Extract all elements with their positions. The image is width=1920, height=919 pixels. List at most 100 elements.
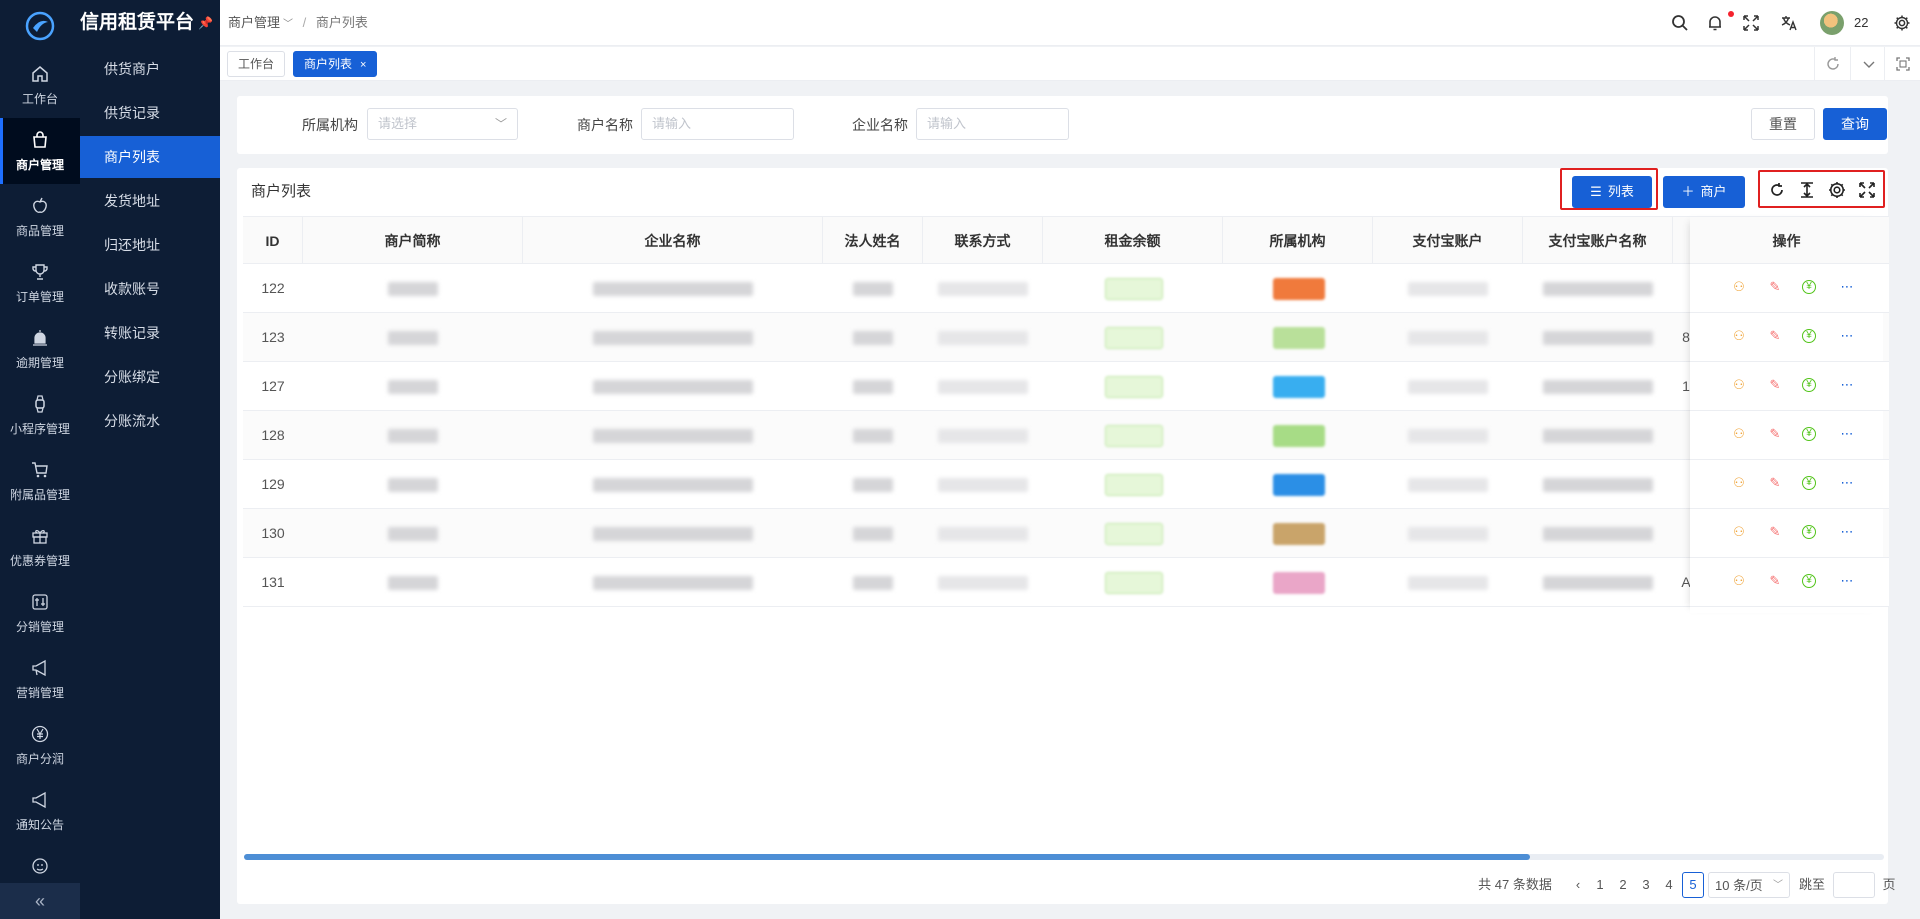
table-row[interactable]: 130: [243, 509, 1889, 558]
jump-page-input[interactable]: [1833, 872, 1875, 898]
rail-item-more[interactable]: [0, 844, 80, 884]
submenu-item-shipping-address[interactable]: 发货地址: [80, 180, 220, 222]
edit-icon[interactable]: ✎: [1766, 376, 1784, 394]
org-select[interactable]: 请选择 ﹀: [367, 108, 518, 140]
rail-item-accessories[interactable]: 附属品管理: [0, 448, 80, 514]
submenu-item-payee-accounts[interactable]: 收款账号: [80, 268, 220, 310]
submenu-item-supply-records[interactable]: 供货记录: [80, 92, 220, 134]
refresh-tab-button[interactable]: [1814, 47, 1850, 81]
column-height-icon[interactable]: [1797, 180, 1817, 200]
fullscreen-icon[interactable]: [1857, 180, 1877, 200]
reset-button[interactable]: 重置: [1751, 108, 1815, 140]
gear-icon[interactable]: [1893, 14, 1911, 32]
rail-item-distribution[interactable]: 分销管理: [0, 580, 80, 646]
user-icon[interactable]: ⚇: [1730, 327, 1748, 345]
table-row[interactable]: 128: [243, 411, 1889, 460]
rail-item-announcements[interactable]: 通知公告: [0, 778, 80, 844]
breadcrumb-parent[interactable]: 商户管理: [228, 15, 280, 30]
yen-icon[interactable]: ¥: [1802, 476, 1816, 490]
horizontal-scrollbar[interactable]: [244, 854, 1530, 860]
page-2[interactable]: 2: [1612, 872, 1634, 898]
user-icon[interactable]: ⚇: [1730, 523, 1748, 541]
avatar[interactable]: [1820, 11, 1844, 35]
rail-item-overdue[interactable]: 逾期管理: [0, 316, 80, 382]
tab-workbench[interactable]: 工作台: [227, 51, 286, 77]
pin-icon[interactable]: 📌: [198, 0, 213, 46]
rail-item-coupons[interactable]: 优惠券管理: [0, 514, 80, 580]
page-4[interactable]: 4: [1658, 872, 1680, 898]
close-icon[interactable]: ×: [360, 59, 366, 71]
yen-icon[interactable]: ¥: [1802, 427, 1816, 441]
more-icon[interactable]: ⋯: [1838, 278, 1856, 296]
merchant-name-input[interactable]: 请输入: [641, 108, 794, 140]
collapse-sidebar-button[interactable]: «: [0, 883, 80, 919]
submenu-item-merchant-list[interactable]: 商户列表: [80, 136, 220, 178]
tab-menu-button[interactable]: [1850, 47, 1886, 81]
page-size-select[interactable]: 10 条/页 ﹀: [1708, 872, 1790, 898]
edit-icon[interactable]: ✎: [1766, 572, 1784, 590]
gear-icon[interactable]: [1827, 180, 1847, 200]
search-icon[interactable]: [1671, 14, 1689, 32]
submenu-item-transfer-records[interactable]: 转账记录: [80, 312, 220, 354]
yen-icon[interactable]: ¥: [1802, 574, 1816, 588]
col-legal-person[interactable]: 法人姓名: [823, 217, 923, 265]
page-5[interactable]: 5: [1682, 872, 1704, 898]
col-organization[interactable]: 所属机构: [1223, 217, 1373, 265]
user-icon[interactable]: ⚇: [1730, 376, 1748, 394]
table-row[interactable]: 122: [243, 264, 1889, 313]
table-row[interactable]: 127 1: [243, 362, 1889, 411]
more-icon[interactable]: ⋯: [1838, 327, 1856, 345]
tab-merchant-list[interactable]: 商户列表 ×: [293, 51, 378, 77]
edit-icon[interactable]: ✎: [1766, 425, 1784, 443]
table-row[interactable]: 131 A: [243, 558, 1889, 607]
submenu-item-suppliers[interactable]: 供货商户: [80, 48, 220, 90]
refresh-icon[interactable]: [1767, 180, 1787, 200]
col-company-name[interactable]: 企业名称: [523, 217, 823, 265]
page-1[interactable]: 1: [1589, 872, 1611, 898]
user-icon[interactable]: ⚇: [1730, 474, 1748, 492]
prev-page-button[interactable]: ‹: [1567, 872, 1589, 898]
yen-icon[interactable]: ¥: [1802, 280, 1816, 294]
company-name-input[interactable]: 请输入: [916, 108, 1069, 140]
more-icon[interactable]: ⋯: [1838, 376, 1856, 394]
more-icon[interactable]: ⋯: [1838, 523, 1856, 541]
col-rent-balance[interactable]: 租金余额: [1043, 217, 1223, 265]
table-row[interactable]: 129: [243, 460, 1889, 509]
col-alipay-account[interactable]: 支付宝账户: [1373, 217, 1523, 265]
col-alipay-account-name[interactable]: 支付宝账户名称: [1523, 217, 1673, 265]
bell-icon[interactable]: [1706, 14, 1724, 32]
edit-icon[interactable]: ✎: [1766, 278, 1784, 296]
maximize-content-button[interactable]: [1884, 47, 1920, 81]
edit-icon[interactable]: ✎: [1766, 523, 1784, 541]
user-icon[interactable]: ⚇: [1730, 278, 1748, 296]
rail-item-goods[interactable]: 商品管理: [0, 184, 80, 250]
page-3[interactable]: 3: [1635, 872, 1657, 898]
add-merchant-button[interactable]: ＋ 商户: [1663, 176, 1745, 208]
edit-icon[interactable]: ✎: [1766, 474, 1784, 492]
query-button[interactable]: 查询: [1823, 108, 1887, 140]
user-icon[interactable]: ⚇: [1730, 572, 1748, 590]
rail-item-workbench[interactable]: 工作台: [0, 52, 80, 118]
rail-item-orders[interactable]: 订单管理: [0, 250, 80, 316]
fullscreen-icon[interactable]: [1742, 14, 1760, 32]
col-id[interactable]: ID: [243, 217, 303, 265]
col-contact[interactable]: 联系方式: [923, 217, 1043, 265]
edit-icon[interactable]: ✎: [1766, 327, 1784, 345]
yen-icon[interactable]: ¥: [1802, 378, 1816, 392]
rail-item-marketing[interactable]: 营销管理: [0, 646, 80, 712]
submenu-item-split-binding[interactable]: 分账绑定: [80, 356, 220, 398]
rail-item-profit-share[interactable]: 商户分润: [0, 712, 80, 778]
user-name[interactable]: 22: [1854, 0, 1868, 46]
yen-icon[interactable]: ¥: [1802, 525, 1816, 539]
submenu-item-split-flow[interactable]: 分账流水: [80, 400, 220, 442]
user-icon[interactable]: ⚇: [1730, 425, 1748, 443]
more-icon[interactable]: ⋯: [1838, 572, 1856, 590]
rail-item-merchant[interactable]: 商户管理: [0, 118, 80, 184]
list-view-button[interactable]: ☰ 列表: [1572, 176, 1652, 208]
submenu-item-return-address[interactable]: 归还地址: [80, 224, 220, 266]
rail-item-miniprogram[interactable]: 小程序管理: [0, 382, 80, 448]
more-icon[interactable]: ⋯: [1838, 425, 1856, 443]
translate-icon[interactable]: [1780, 14, 1798, 32]
more-icon[interactable]: ⋯: [1838, 474, 1856, 492]
table-row[interactable]: 123 8: [243, 313, 1889, 362]
